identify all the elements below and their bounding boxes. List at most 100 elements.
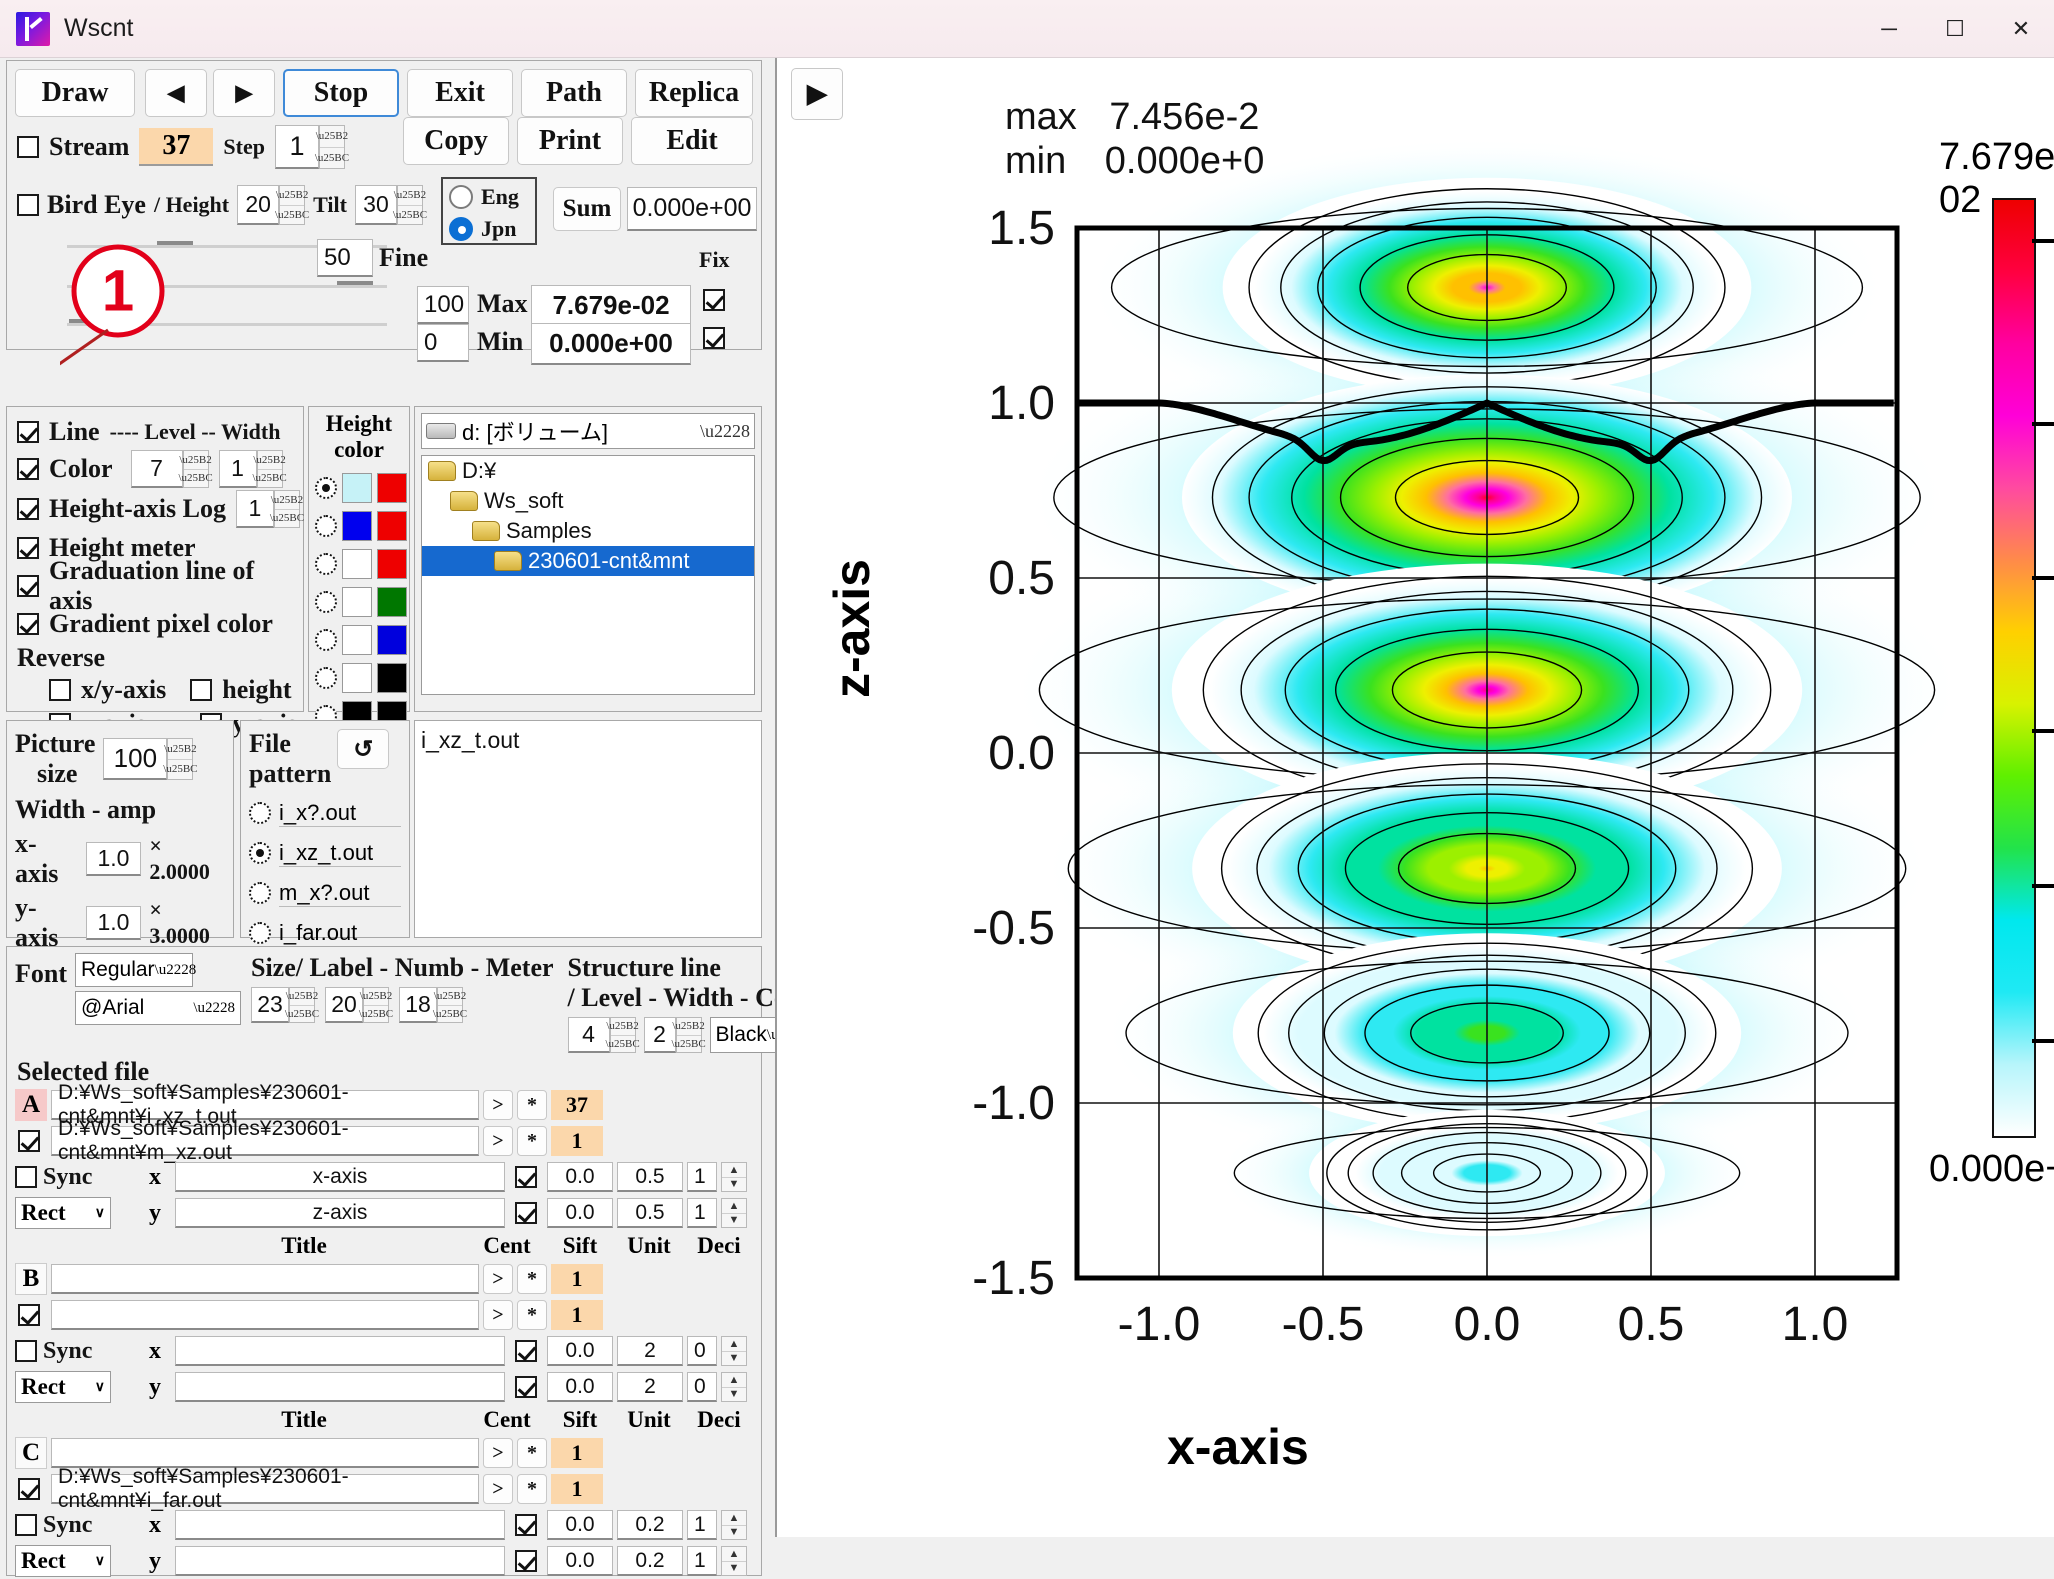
deci-value[interactable]: 1	[551, 1126, 603, 1156]
group-badge-b[interactable]: B	[15, 1263, 47, 1295]
drive-select[interactable]: d: [ボリューム] \u2228	[421, 413, 755, 449]
height-axis-log-value[interactable]: 1	[236, 490, 274, 528]
axis-title-input[interactable]	[175, 1372, 505, 1402]
cent-value[interactable]: 0.0	[547, 1162, 613, 1192]
deci-value[interactable]: 1	[551, 1300, 603, 1330]
picture-size-spinner[interactable]: \u25B2\u25BC	[167, 738, 193, 780]
draw-button[interactable]: Draw	[15, 69, 135, 117]
group-enable-checkbox[interactable]	[18, 1130, 40, 1152]
file-pattern-option[interactable]: i_x?.out	[249, 793, 401, 833]
min-fix-checkbox[interactable]	[703, 327, 725, 349]
meter-size-spinner[interactable]: \u25B2\u25BC	[437, 987, 463, 1023]
chevron-down-icon[interactable]: ∨	[95, 1205, 105, 1222]
deci-value[interactable]: 1	[551, 1264, 603, 1294]
sum-button[interactable]: Sum	[553, 187, 621, 231]
axis-enable-checkbox[interactable]	[515, 1550, 537, 1572]
graduation-checkbox[interactable]	[17, 575, 39, 597]
cent-value[interactable]: 0.0	[547, 1510, 613, 1540]
slider-track-3[interactable]	[67, 323, 387, 326]
next-button[interactable]: ▶	[213, 69, 275, 117]
axis-title-input[interactable]: x-axis	[175, 1162, 505, 1192]
browse-button[interactable]: >	[483, 1438, 513, 1468]
deci-value[interactable]: 37	[551, 1090, 603, 1120]
lang-eng-option[interactable]: Eng	[449, 181, 529, 213]
height-color-row[interactable]	[315, 659, 409, 697]
browse-button[interactable]: >	[483, 1300, 513, 1330]
slider-thumb-3[interactable]	[69, 319, 105, 323]
value-spinner[interactable]: ▲▼	[721, 1372, 747, 1402]
file-path-input[interactable]	[51, 1438, 479, 1468]
height-color-low-swatch[interactable]	[342, 587, 372, 617]
exit-button[interactable]: Exit	[407, 69, 513, 117]
path-button[interactable]: Path	[521, 69, 627, 117]
deci-value[interactable]: 1	[551, 1438, 603, 1468]
deci-value[interactable]: 1	[551, 1474, 603, 1504]
browse-button[interactable]: >	[483, 1264, 513, 1294]
prev-button[interactable]: ◀	[145, 69, 207, 117]
cent-value[interactable]: 0.0	[547, 1198, 613, 1228]
tree-item[interactable]: Ws_soft	[422, 486, 754, 516]
struct-width-spinner[interactable]: \u25B2\u25BC	[676, 1017, 702, 1053]
value-spinner[interactable]: ▲▼	[721, 1336, 747, 1366]
height-color-low-swatch[interactable]	[342, 663, 372, 693]
tilt-value[interactable]: 30	[355, 185, 397, 225]
height-color-high-swatch[interactable]	[377, 587, 407, 617]
file-path-input[interactable]: D:¥Ws_soft¥Samples¥230601-cnt&mnt¥i_xz_t…	[51, 1090, 479, 1120]
height-color-row[interactable]	[315, 545, 409, 583]
value-spinner[interactable]: ▲▼	[721, 1198, 747, 1228]
height-color-low-swatch[interactable]	[342, 549, 372, 579]
chevron-down-icon[interactable]: \u2228	[155, 962, 197, 979]
step-spinner[interactable]: \u25B2\u25BC	[319, 125, 345, 169]
deci-value[interactable]: 1	[687, 1546, 717, 1576]
height-color-radio[interactable]	[315, 553, 337, 575]
height-meter-checkbox[interactable]	[17, 537, 39, 559]
font-numb-size[interactable]: 20	[325, 987, 363, 1023]
lang-jpn-option[interactable]: Jpn	[449, 213, 529, 245]
gradient-checkbox[interactable]	[17, 613, 39, 635]
height-color-row[interactable]	[315, 507, 409, 545]
height-color-low-swatch[interactable]	[342, 473, 372, 503]
value-spinner[interactable]: ▲▼	[721, 1510, 747, 1540]
height-color-high-swatch[interactable]	[377, 549, 407, 579]
tree-item[interactable]: 230601-cnt&mnt	[422, 546, 754, 576]
deci-value[interactable]: 1	[687, 1198, 717, 1228]
tilt-spinner[interactable]: \u25B2\u25BC	[397, 185, 423, 225]
height-color-radio[interactable]	[315, 515, 337, 537]
file-path-input[interactable]	[51, 1300, 479, 1330]
axis-enable-checkbox[interactable]	[515, 1376, 537, 1398]
picture-y-value[interactable]: 1.0	[86, 906, 142, 940]
group-enable-checkbox[interactable]	[18, 1478, 40, 1500]
unit-value[interactable]: 0.5	[617, 1198, 683, 1228]
file-pattern-radio[interactable]	[249, 842, 271, 864]
height-color-radio[interactable]	[315, 477, 337, 499]
cent-value[interactable]: 0.0	[547, 1546, 613, 1576]
axis-title-input[interactable]	[175, 1510, 505, 1540]
sync-checkbox[interactable]	[15, 1166, 37, 1188]
file-pattern-radio[interactable]	[249, 802, 271, 824]
unit-value[interactable]: 2	[617, 1372, 683, 1402]
shape-select[interactable]: Rect∨	[15, 1545, 111, 1577]
file-path-input[interactable]: D:¥Ws_soft¥Samples¥230601-cnt&mnt¥i_far.…	[51, 1474, 479, 1504]
chevron-down-icon[interactable]: \u2228	[700, 421, 750, 442]
color-width-value[interactable]: 1	[219, 450, 257, 488]
deci-value[interactable]: 1	[687, 1162, 717, 1192]
edit-button[interactable]: Edit	[631, 117, 753, 165]
label-size-spinner[interactable]: \u25B2\u25BC	[289, 987, 315, 1023]
value-spinner[interactable]: ▲▼	[721, 1162, 747, 1192]
tree-item[interactable]: D:¥	[422, 456, 754, 486]
height-color-radio[interactable]	[315, 629, 337, 651]
clear-button[interactable]: *	[517, 1438, 547, 1468]
stream-value[interactable]: 37	[139, 128, 213, 166]
cent-value[interactable]: 0.0	[547, 1336, 613, 1366]
print-button[interactable]: Print	[517, 117, 623, 165]
stop-button[interactable]: Stop	[283, 69, 399, 117]
deci-value[interactable]: 0	[687, 1372, 717, 1402]
sync-checkbox[interactable]	[15, 1340, 37, 1362]
list-item[interactable]: i_xz_t.out	[421, 727, 755, 754]
height-color-row[interactable]	[315, 621, 409, 659]
max-fix-checkbox[interactable]	[703, 289, 725, 311]
shape-select[interactable]: Rect∨	[15, 1371, 111, 1403]
file-path-input[interactable]: D:¥Ws_soft¥Samples¥230601-cnt&mnt¥m_xz.o…	[51, 1126, 479, 1156]
group-enable-checkbox[interactable]	[18, 1304, 40, 1326]
replica-button[interactable]: Replica	[635, 69, 753, 117]
